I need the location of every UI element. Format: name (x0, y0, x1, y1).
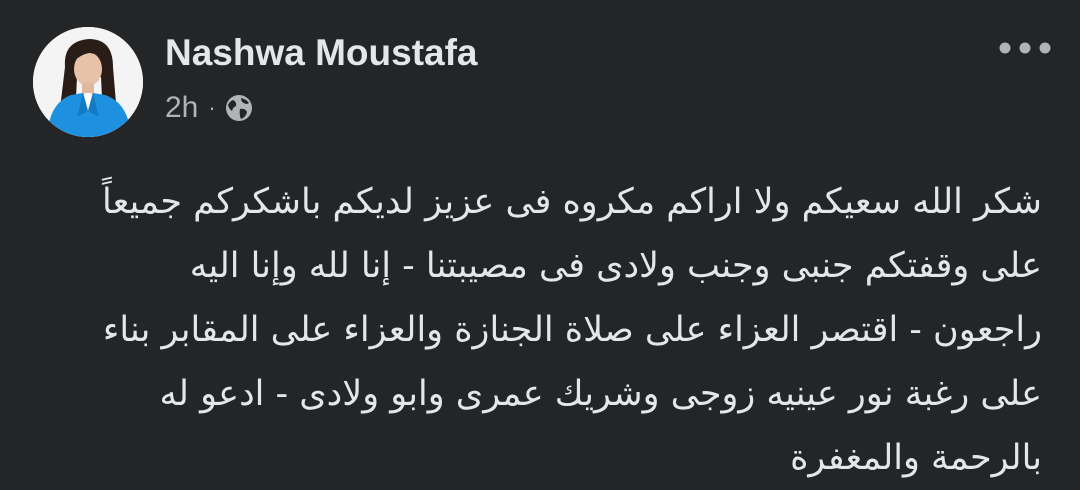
post-message: شكر الله سعيكم ولا اراكم مكروه فى عزيز ل… (32, 170, 1042, 490)
post-text-line: راجعون - اقتصر العزاء على صلاة الجنازة و… (102, 310, 1042, 350)
post-meta: 2h · (165, 88, 254, 128)
post-timestamp[interactable]: 2h (165, 91, 198, 125)
meta-separator: · (208, 95, 216, 120)
more-options-icon (999, 42, 1051, 54)
post-card: Nashwa Moustafa 2h · شكر الله سعيكم ولا … (0, 0, 1080, 484)
post-text-line: على رغبة نور عينيه زوجى وشريك عمرى وابو … (159, 374, 1042, 414)
post-text-line: بالرحمة والمغفرة (790, 438, 1042, 478)
author-name[interactable]: Nashwa Moustafa (165, 28, 478, 78)
author-avatar[interactable] (33, 27, 143, 137)
globe-icon[interactable] (224, 93, 254, 123)
more-options-button[interactable] (995, 30, 1055, 66)
post-text-line: شكر الله سعيكم ولا اراكم مكروه فى عزيز ل… (101, 182, 1042, 222)
post-text-line: على وقفتكم جنبى وجنب ولادى فى مصيبتنا - … (189, 246, 1042, 286)
